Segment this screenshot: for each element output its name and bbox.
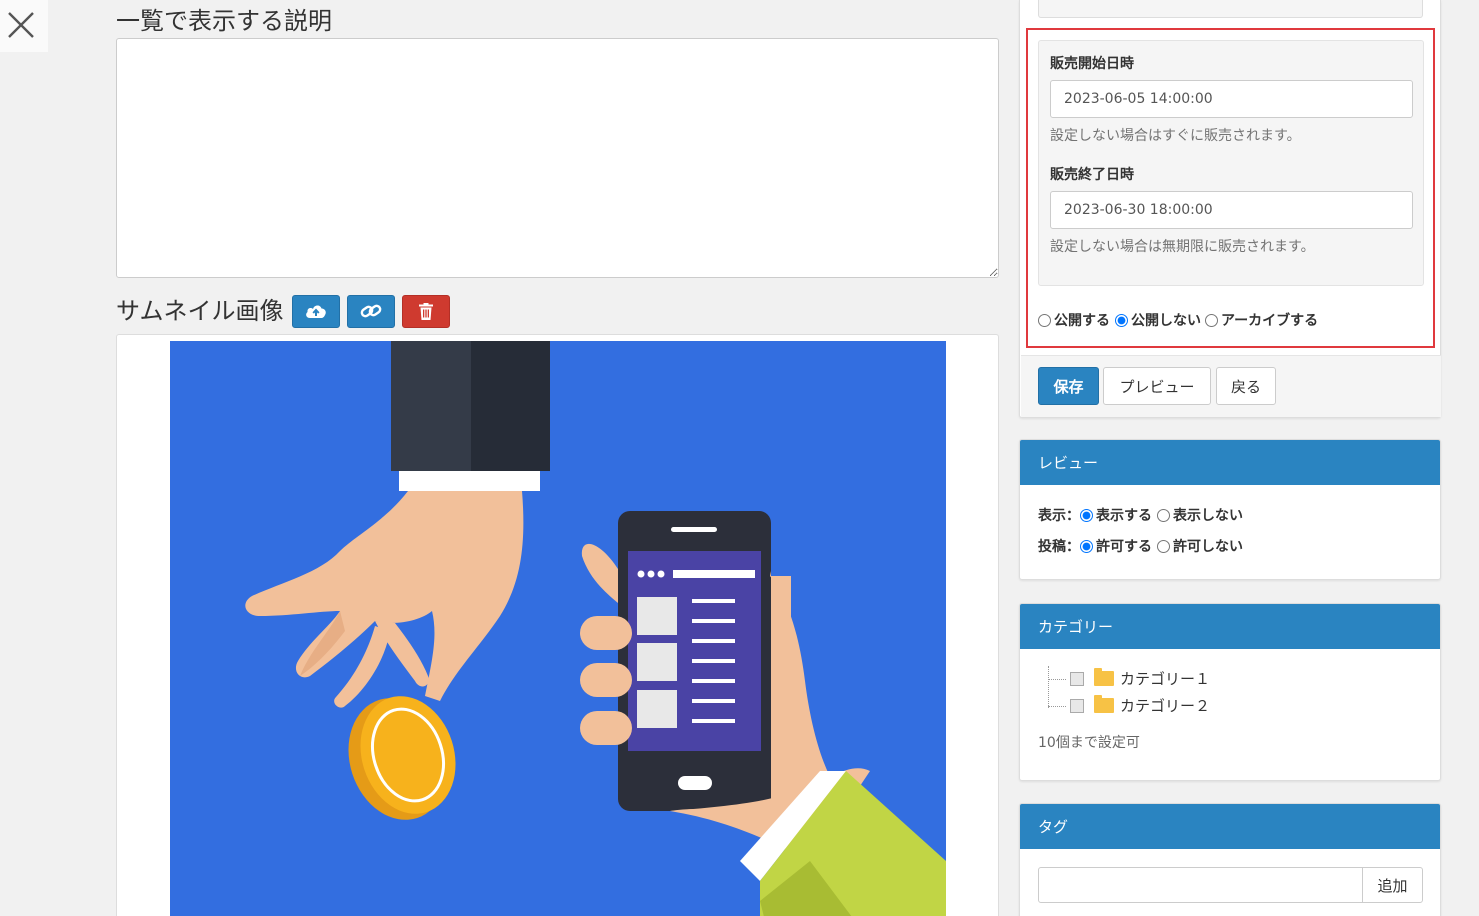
review-posting-deny-radio[interactable]: [1157, 539, 1170, 553]
review-display-show-radio[interactable]: [1080, 508, 1093, 522]
review-posting-deny-label: 許可しない: [1173, 539, 1243, 555]
highlight-box: [1026, 28, 1435, 348]
review-panel: レビュー 表示： 表示する 表示しない 投稿： 許可する 許可しない: [1019, 439, 1441, 580]
upload-button[interactable]: [291, 294, 340, 328]
category-item[interactable]: カテゴリー２: [1070, 695, 1210, 716]
category-item[interactable]: カテゴリー１: [1070, 668, 1210, 689]
review-display-label: 表示：: [1038, 508, 1080, 524]
thumbnail-heading: サムネイル画像: [116, 297, 284, 325]
save-button[interactable]: 保存: [1038, 367, 1099, 405]
category-checkbox[interactable]: [1070, 698, 1084, 713]
coin-payment-illustration: [170, 341, 946, 916]
tree-branch: [1048, 679, 1066, 680]
category-item-label: カテゴリー２: [1120, 697, 1211, 715]
review-posting-allow-radio[interactable]: [1080, 539, 1093, 553]
link-button[interactable]: [346, 294, 395, 328]
description-heading: 一覧で表示する説明: [116, 7, 332, 35]
tag-add-button[interactable]: 追加: [1362, 867, 1423, 903]
thumbnail-image: [170, 341, 946, 916]
review-display-hide-option[interactable]: 表示しない: [1157, 505, 1243, 525]
back-button[interactable]: 戻る: [1216, 367, 1276, 405]
category-limit-help: 10個まで設定可: [1038, 735, 1140, 751]
review-posting-row: 投稿： 許可する 許可しない: [1038, 536, 1243, 556]
tag-panel: タグ 追加: [1019, 803, 1441, 916]
tree-connector: [1048, 666, 1049, 708]
review-panel-title: レビュー: [1020, 440, 1440, 485]
category-panel: カテゴリー カテゴリー１ カテゴリー２ 10個まで設定可: [1019, 603, 1441, 781]
review-display-show-label: 表示する: [1096, 508, 1152, 524]
tree-branch: [1048, 706, 1066, 707]
review-display-show-option[interactable]: 表示する: [1080, 505, 1152, 525]
folder-icon: [1094, 668, 1114, 686]
review-posting-allow-label: 許可する: [1096, 539, 1152, 555]
review-posting-label: 投稿：: [1038, 539, 1080, 555]
review-display-hide-label: 表示しない: [1173, 508, 1243, 524]
tag-input[interactable]: [1038, 867, 1363, 903]
review-posting-deny-option[interactable]: 許可しない: [1157, 536, 1243, 556]
cloud-upload-icon: [305, 305, 326, 318]
panel-stub: [1038, 0, 1423, 18]
review-display-hide-radio[interactable]: [1157, 508, 1170, 522]
thumbnail-header: サムネイル画像: [116, 292, 457, 330]
preview-button[interactable]: プレビュー: [1103, 367, 1211, 405]
publish-actions: 保存 プレビュー 戻る: [1021, 355, 1441, 417]
link-icon: [360, 304, 381, 318]
publish-panel: 販売開始日時 設定しない場合はすぐに販売されます。 販売終了日時 設定しない場合…: [1019, 0, 1441, 418]
folder-icon: [1094, 695, 1114, 713]
review-posting-allow-option[interactable]: 許可する: [1080, 536, 1152, 556]
trash-icon: [418, 302, 433, 320]
delete-image-button[interactable]: [401, 294, 450, 328]
close-icon: [8, 12, 34, 38]
thumbnail-frame: [116, 334, 999, 916]
category-item-label: カテゴリー１: [1120, 670, 1211, 688]
main-column: 一覧で表示する説明 サムネイル画像: [116, 0, 999, 916]
tag-panel-title: タグ: [1020, 804, 1440, 849]
description-textarea[interactable]: [116, 38, 999, 278]
category-checkbox[interactable]: [1070, 671, 1084, 686]
close-button[interactable]: [0, 0, 48, 52]
category-panel-title: カテゴリー: [1020, 604, 1440, 649]
review-display-row: 表示： 表示する 表示しない: [1038, 505, 1243, 525]
